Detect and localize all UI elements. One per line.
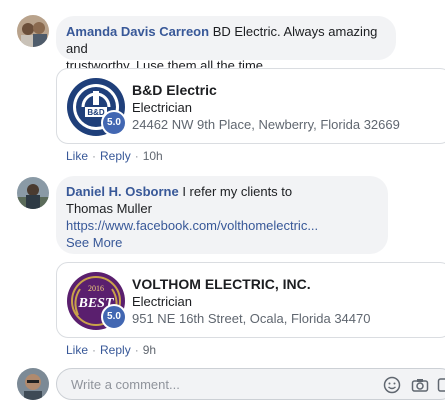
avatar[interactable]	[17, 177, 49, 209]
reply-link[interactable]: Reply	[100, 343, 131, 357]
comment-composer[interactable]	[56, 368, 445, 400]
avatar[interactable]	[17, 15, 49, 47]
user-avatar[interactable]	[17, 368, 49, 400]
emoji-icon[interactable]	[383, 376, 401, 394]
comment-text-line-1: I refer my clients to	[182, 184, 293, 199]
comment-actions: Like · Reply · 9h	[66, 343, 156, 357]
comment-bubble: Amanda Davis Carreon BD Electric. Always…	[56, 16, 396, 73]
timestamp[interactable]: 10h	[143, 149, 163, 163]
comment-actions: Like · Reply · 10h	[66, 149, 163, 163]
like-link[interactable]: Like	[66, 343, 88, 357]
camera-icon[interactable]	[411, 376, 429, 394]
business-card[interactable]: 2016 BEST 5.0 VOLTHOM ELECTRIC, INC. Ele…	[56, 262, 445, 338]
business-category: Electrician	[132, 100, 192, 115]
comment-text-line-2: Thomas Muller	[66, 201, 152, 216]
comment-input[interactable]	[69, 376, 373, 393]
business-name[interactable]: VOLTHOM ELECTRIC, INC.	[132, 276, 311, 292]
gif-icon[interactable]	[437, 376, 445, 394]
separator: ·	[92, 149, 97, 163]
comment-author[interactable]: Daniel H. Osborne	[66, 184, 179, 199]
comment-bubble: Daniel H. Osborne I refer my clients to …	[56, 176, 388, 254]
business-address: 951 NE 16th Street, Ocala, Florida 34470	[132, 311, 371, 326]
comment-link[interactable]: https://www.facebook.com/volthomelectric…	[66, 218, 318, 233]
business-address: 24462 NW 9th Place, Newberry, Florida 32…	[132, 117, 400, 132]
rating-badge: 5.0	[101, 110, 127, 136]
business-category: Electrician	[132, 294, 192, 309]
reply-link[interactable]: Reply	[100, 149, 131, 163]
award-year-text: 2016	[88, 284, 104, 293]
see-more-link[interactable]: See More	[66, 235, 122, 250]
separator: ·	[92, 343, 97, 357]
rating-badge: 5.0	[101, 304, 127, 330]
business-card[interactable]: B&D 5.0 B&D Electric Electrician 24462 N…	[56, 68, 445, 144]
comment-author[interactable]: Amanda Davis Carreon	[66, 24, 209, 39]
business-name[interactable]: B&D Electric	[132, 82, 217, 98]
timestamp[interactable]: 9h	[143, 343, 156, 357]
like-link[interactable]: Like	[66, 149, 88, 163]
separator: ·	[134, 149, 139, 163]
separator: ·	[134, 343, 139, 357]
